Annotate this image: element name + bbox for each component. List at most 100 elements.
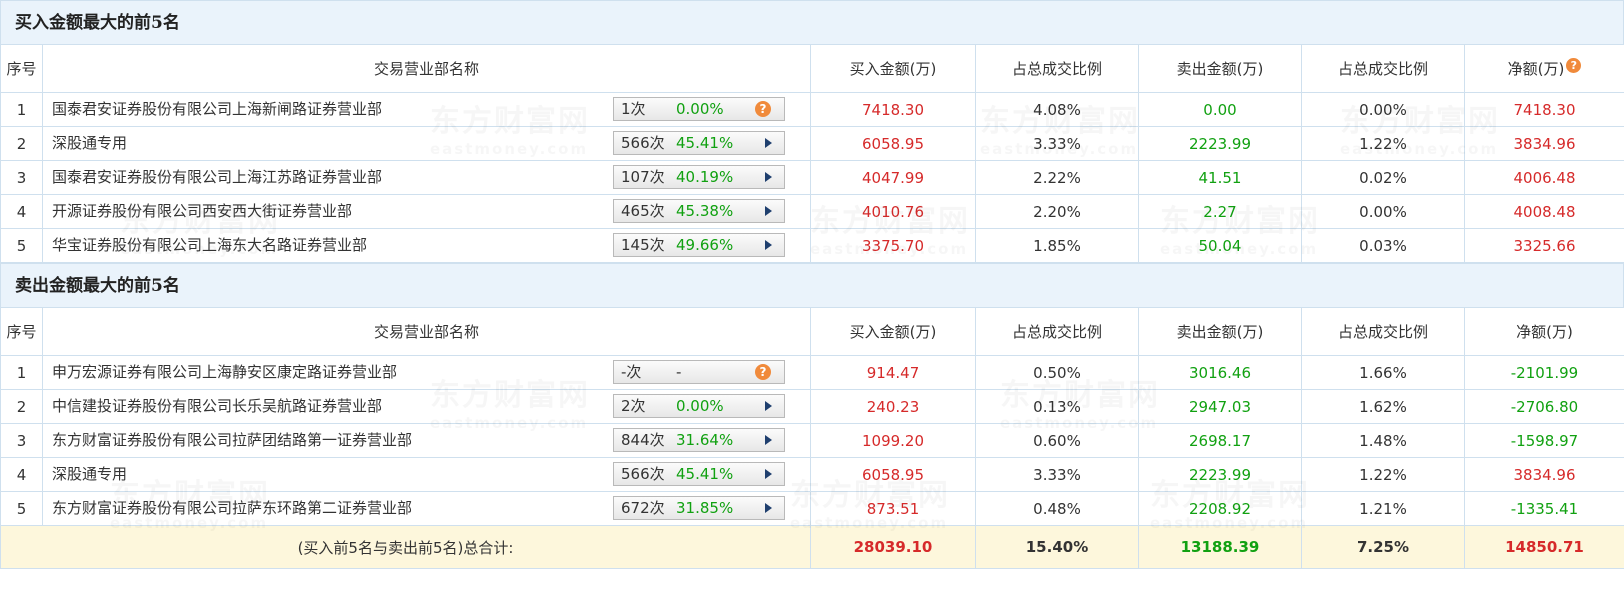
net-amount: -2101.99 [1464,355,1624,390]
expand-arrow-icon[interactable] [765,503,772,513]
branch-stats-widget[interactable]: 566次 45.41% [613,131,785,155]
buy-amount: 240.23 [810,389,976,424]
table-row: 4 开源证券股份有限公司西安西大街证券营业部 465次 45.38% 4010.76 2.… [0,194,1624,229]
branch-name-link[interactable]: 华宝证券股份有限公司上海东大名路证券营业部 [52,229,367,262]
expand-arrow-icon[interactable] [765,206,772,216]
branch-name-link[interactable]: 深股通专用 [52,127,127,160]
net-amount: 7418.30 [1464,92,1624,127]
help-icon[interactable]: ? [755,101,771,117]
buy-amount: 3375.70 [810,228,976,263]
branch-cell: 开源证券股份有限公司西安西大街证券营业部 465次 45.38% [42,194,811,229]
col-buy-amount: 买入金额(万) [810,307,976,356]
buy-ratio: 2.22% [975,160,1139,195]
win-rate: 0.00% [676,100,724,118]
col-index: 序号 [0,307,43,356]
listing-count: 1次 [621,100,646,118]
win-rate: 45.38% [676,202,734,220]
win-rate: 0.00% [676,397,724,415]
row-index: 1 [0,355,43,390]
net-amount: 3325.66 [1464,228,1624,263]
total-sell-amount: 13188.39 [1138,525,1302,569]
sell-ratio: 1.22% [1301,457,1465,492]
net-amount: -1335.41 [1464,491,1624,526]
buy-ratio: 4.08% [975,92,1139,127]
branch-name-link[interactable]: 东方财富证券股份有限公司拉萨团结路第一证券营业部 [52,424,412,457]
lhb-panel: 东方财富网eastmoney.com 东方财富网eastmoney.com 东方… [0,0,1624,592]
expand-arrow-icon[interactable] [765,138,772,148]
buy-ratio: 0.13% [975,389,1139,424]
branch-cell: 华宝证券股份有限公司上海东大名路证券营业部 145次 49.66% [42,228,811,263]
total-row: (买入前5名与卖出前5名)总合计: 28039.10 15.40% 13188.… [0,525,1624,569]
sell-amount: 41.51 [1138,160,1302,195]
branch-cell: 深股通专用 566次 45.41% [42,126,811,161]
branch-stats-widget[interactable]: -次 -? [613,360,785,384]
col-sell-amount: 卖出金额(万) [1138,44,1302,93]
branch-stats-widget[interactable]: 107次 40.19% [613,165,785,189]
branch-stats-widget[interactable]: 566次 45.41% [613,462,785,486]
sell-amount: 3016.46 [1138,355,1302,390]
expand-arrow-icon[interactable] [765,469,772,479]
sell-ratio: 0.00% [1301,194,1465,229]
buy-amount: 7418.30 [810,92,976,127]
branch-name-link[interactable]: 国泰君安证券股份有限公司上海江苏路证券营业部 [52,161,382,194]
win-rate: - [676,363,682,381]
sell-amount: 2223.99 [1138,126,1302,161]
listing-count: 566次 [621,134,665,152]
expand-arrow-icon[interactable] [765,401,772,411]
win-rate: 49.66% [676,236,734,254]
branch-cell: 申万宏源证券有限公司上海静安区康定路证券营业部 -次 -? [42,355,811,390]
row-index: 3 [0,160,43,195]
branch-stats-widget[interactable]: 465次 45.38% [613,199,785,223]
sell-amount: 0.00 [1138,92,1302,127]
col-sell-amount: 卖出金额(万) [1138,307,1302,356]
net-amount: 4006.48 [1464,160,1624,195]
branch-name-link[interactable]: 深股通专用 [52,458,127,491]
row-index: 1 [0,92,43,127]
col-buy-amount: 买入金额(万) [810,44,976,93]
sell-ratio: 1.66% [1301,355,1465,390]
expand-arrow-icon[interactable] [765,172,772,182]
buy-ratio: 0.50% [975,355,1139,390]
buy-amount: 873.51 [810,491,976,526]
branch-name-link[interactable]: 申万宏源证券有限公司上海静安区康定路证券营业部 [52,356,397,389]
buy-ratio: 1.85% [975,228,1139,263]
buy-ratio: 0.60% [975,423,1139,458]
row-index: 5 [0,491,43,526]
net-amount: -1598.97 [1464,423,1624,458]
buy-ratio: 3.33% [975,457,1139,492]
help-icon[interactable]: ? [1566,58,1582,73]
table-row: 1 申万宏源证券有限公司上海静安区康定路证券营业部 -次 -? 914.47 0.50% 3… [0,355,1624,390]
net-amount: 3834.96 [1464,457,1624,492]
table-row: 2 深股通专用 566次 45.41% 6058.95 3.33% 2223.99 1.22%… [0,126,1624,161]
win-rate: 45.41% [676,134,734,152]
branch-name-link[interactable]: 中信建投证券股份有限公司长乐吴航路证券营业部 [52,390,382,423]
branch-stats-widget[interactable]: 672次 31.85% [613,496,785,520]
sell-section-title: 卖出金额最大的前5名 [0,263,1624,307]
col-branch-name: 交易营业部名称 [42,44,811,93]
branch-stats-widget[interactable]: 2次 0.00% [613,394,785,418]
sell-ratio: 0.02% [1301,160,1465,195]
expand-arrow-icon[interactable] [765,435,772,445]
table-row: 4 深股通专用 566次 45.41% 6058.95 3.33% 2223.99 1.22%… [0,457,1624,492]
col-buy-ratio: 占总成交比例 [975,44,1139,93]
branch-name-link[interactable]: 国泰君安证券股份有限公司上海新闸路证券营业部 [52,93,382,126]
sell-ratio: 1.22% [1301,126,1465,161]
listing-count: -次 [621,363,642,381]
branch-name-link[interactable]: 开源证券股份有限公司西安西大街证券营业部 [52,195,352,228]
branch-name-link[interactable]: 东方财富证券股份有限公司拉萨东环路第二证券营业部 [52,492,412,525]
row-index: 4 [0,457,43,492]
listing-count: 2次 [621,397,646,415]
branch-stats-widget[interactable]: 1次 0.00%? [613,97,785,121]
buy-table: 序号 交易营业部名称 买入金额(万) 占总成交比例 卖出金额(万) 占总成交比例… [0,44,1624,263]
table-row: 2 中信建投证券股份有限公司长乐吴航路证券营业部 2次 0.00% 240.23 0.13… [0,389,1624,424]
sell-ratio: 1.48% [1301,423,1465,458]
branch-stats-widget[interactable]: 844次 31.64% [613,428,785,452]
sell-amount: 2698.17 [1138,423,1302,458]
sell-table: 序号 交易营业部名称 买入金额(万) 占总成交比例 卖出金额(万) 占总成交比例… [0,307,1624,569]
total-sell-ratio: 7.25% [1301,525,1465,569]
help-icon[interactable]: ? [755,364,771,380]
expand-arrow-icon[interactable] [765,240,772,250]
branch-stats-widget[interactable]: 145次 49.66% [613,233,785,257]
buy-amount: 1099.20 [810,423,976,458]
branch-cell: 国泰君安证券股份有限公司上海新闸路证券营业部 1次 0.00%? [42,92,811,127]
